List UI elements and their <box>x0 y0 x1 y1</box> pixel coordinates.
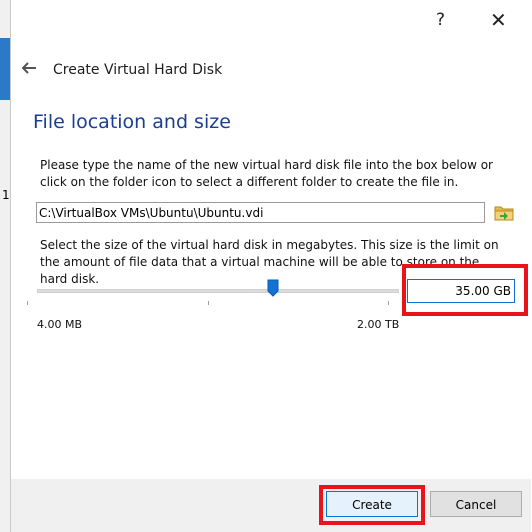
file-location-description: Please type the name of the new virtual … <box>40 158 493 189</box>
slider-tick <box>388 301 389 305</box>
size-input[interactable] <box>407 279 515 303</box>
help-button[interactable]: ? <box>436 10 445 30</box>
cancel-button[interactable]: Cancel <box>430 491 522 517</box>
folder-icon[interactable] <box>493 201 515 223</box>
min-size-label: 4.00 MB <box>37 318 83 331</box>
wizard-title: Create Virtual Hard Disk <box>53 62 223 78</box>
background-text: 1 <box>2 188 10 202</box>
slider-tick <box>207 301 209 305</box>
page-title: File location and size <box>33 111 231 133</box>
back-arrow-icon[interactable] <box>19 58 39 78</box>
close-button[interactable]: ✕ <box>490 8 507 32</box>
size-slider-thumb[interactable] <box>267 279 279 297</box>
create-button[interactable]: Create <box>326 491 418 517</box>
background-window: 1 <box>0 0 10 532</box>
size-slider-track[interactable] <box>37 289 399 293</box>
max-size-label: 2.00 TB <box>357 318 400 331</box>
background-selection <box>0 38 10 100</box>
create-virtual-hard-disk-dialog: ? ✕ Create Virtual Hard Disk File locati… <box>10 0 531 532</box>
slider-tick <box>27 301 28 305</box>
file-path-input[interactable] <box>36 202 485 223</box>
